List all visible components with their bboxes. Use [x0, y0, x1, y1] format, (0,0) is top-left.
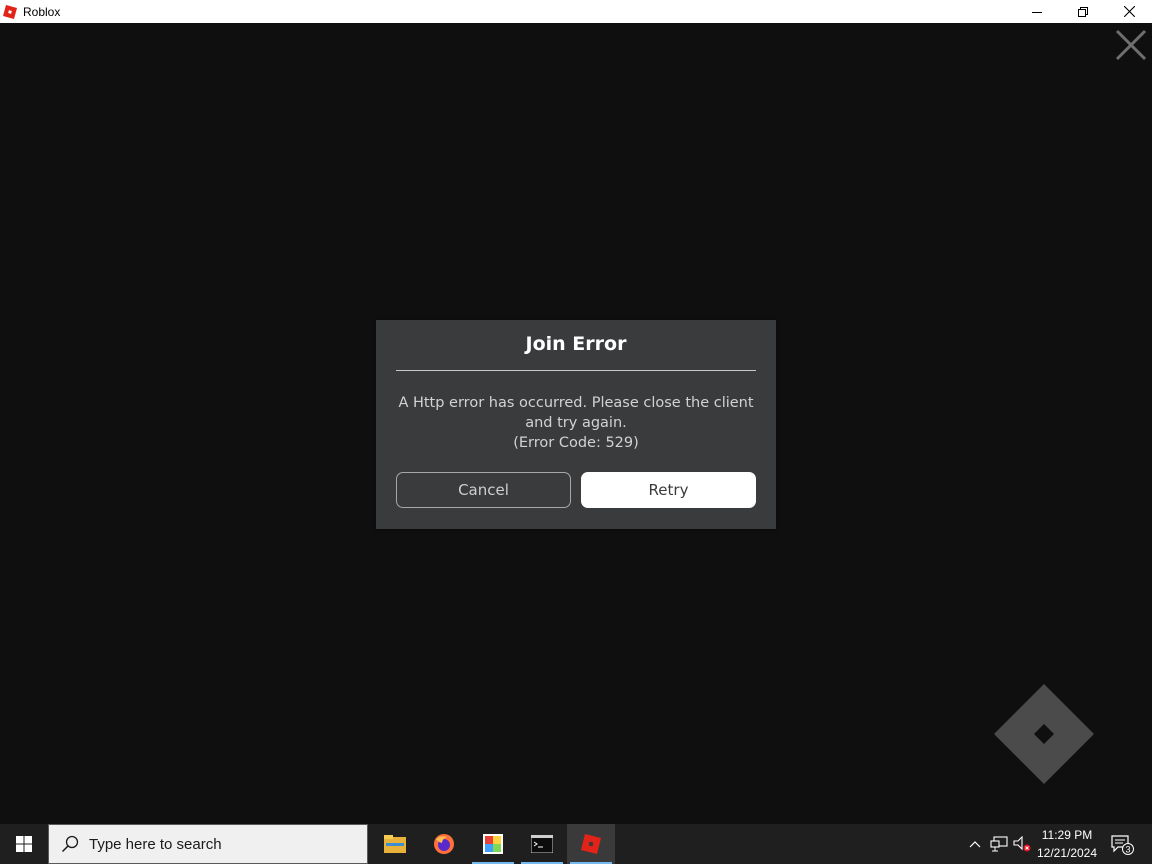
taskbar-app-roblox[interactable]	[567, 824, 615, 864]
dialog-message-line: A Http error has occurred. Please close …	[398, 395, 754, 411]
restore-icon	[1078, 6, 1088, 17]
network-icon	[990, 836, 1008, 852]
window-title: Roblox	[23, 4, 61, 19]
taskbar-app-paint[interactable]	[469, 824, 517, 864]
search-icon	[61, 835, 79, 853]
game-viewport: Join Error A Http error has occurred. Pl…	[0, 23, 1152, 824]
window-titlebar: Roblox	[0, 0, 1152, 23]
start-button[interactable]	[0, 824, 48, 864]
dialog-message: A Http error has occurred. Please close …	[396, 393, 756, 453]
roblox-logo-icon	[3, 4, 17, 19]
dialog-message-line: and try again.	[525, 415, 627, 431]
error-code-text: (Error Code: 529)	[513, 435, 639, 451]
paint-app-icon	[483, 834, 503, 854]
close-icon	[1115, 29, 1147, 61]
roblox-icon	[581, 834, 601, 854]
restore-button[interactable]	[1060, 0, 1106, 23]
taskbar: Type here to search 11:29 PM 12/21/2024 …	[0, 824, 1152, 864]
windows-logo-icon	[16, 836, 32, 852]
file-explorer-icon	[384, 835, 406, 853]
taskbar-app-firefox[interactable]	[420, 824, 468, 864]
minimize-button[interactable]	[1014, 0, 1060, 23]
game-close-button[interactable]	[1114, 28, 1148, 62]
clock-date: 12/21/2024	[1036, 846, 1098, 860]
dialog-title: Join Error	[525, 333, 627, 355]
terminal-icon	[531, 835, 553, 853]
join-error-dialog: Join Error A Http error has occurred. Pl…	[376, 320, 776, 529]
taskbar-clock[interactable]: 11:29 PM 12/21/2024	[1034, 826, 1100, 862]
clock-time: 11:29 PM	[1041, 828, 1093, 842]
minimize-icon	[1032, 11, 1042, 13]
taskbar-app-file-explorer[interactable]	[371, 824, 419, 864]
close-icon	[1123, 6, 1135, 17]
roblox-logo-icon	[993, 683, 1095, 785]
volume-button[interactable]	[1011, 824, 1033, 864]
taskbar-app-terminal[interactable]	[518, 824, 566, 864]
window-controls	[1014, 0, 1152, 23]
retry-button[interactable]: Retry	[581, 472, 756, 508]
notification-count: 3	[1125, 845, 1130, 855]
cancel-button[interactable]: Cancel	[396, 472, 571, 508]
search-placeholder: Type here to search	[89, 835, 222, 853]
taskbar-search-box[interactable]: Type here to search	[48, 824, 368, 864]
chevron-up-icon	[969, 841, 981, 848]
action-center-button[interactable]: 3	[1106, 824, 1138, 864]
volume-muted-icon	[1013, 836, 1031, 852]
network-status-button[interactable]	[987, 824, 1011, 864]
dialog-divider	[396, 370, 756, 371]
firefox-icon	[434, 834, 454, 854]
close-window-button[interactable]	[1106, 0, 1152, 23]
show-hidden-icons-button[interactable]	[964, 824, 986, 864]
notification-icon: 3	[1111, 835, 1134, 855]
